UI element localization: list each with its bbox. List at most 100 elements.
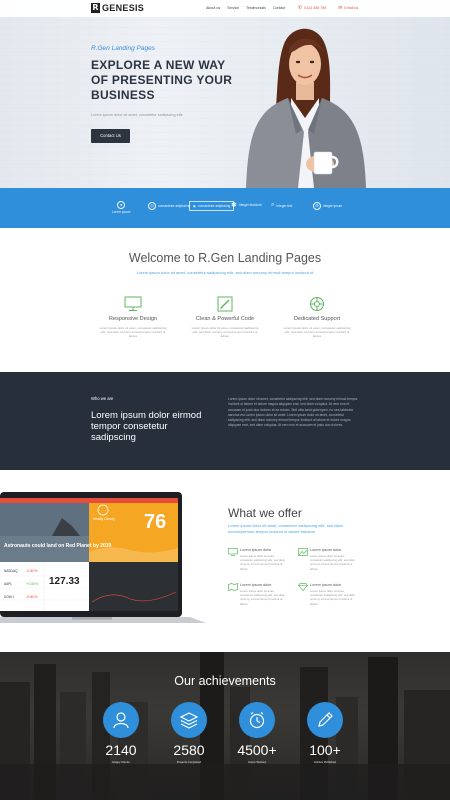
hero-description: Lorem ipsum dolor sit amet, consetetur s… — [91, 113, 183, 117]
frame-icon: ▣ — [193, 204, 197, 208]
phone-icon: ✆ — [298, 5, 303, 11]
layers-icon — [179, 712, 199, 729]
feature-text: Lorem ipsum dolor sit amet, consetetur s… — [99, 326, 167, 338]
stat-label: Hours Worked — [248, 760, 266, 764]
feature-support: Dedicated Support Lorem ipsum dolor sit … — [281, 296, 353, 338]
stat-label: Projects Completed — [176, 760, 202, 764]
feature-responsive: Responsive Design Lorem ipsum dolor sit … — [97, 296, 169, 338]
feature-title: Dedicated Support — [293, 316, 341, 322]
contact-us-button[interactable]: Contact Us — [91, 129, 130, 143]
who-we-are-section — [0, 372, 450, 470]
feature-text: Lorem ipsum dolor sit amet, consetetur s… — [283, 326, 351, 338]
partner-label: Lorem ipsum — [112, 210, 131, 214]
partner-label: Integer text — [276, 203, 293, 208]
offer-title: What we offer — [228, 506, 302, 520]
feature-title: Responsive Design — [108, 316, 158, 322]
globe-icon: ◎ — [148, 202, 156, 210]
offer-item-title: Lorem ipsum dolor — [240, 583, 272, 587]
stat-articles: 100+ Articles Published — [295, 702, 355, 764]
hero-title: EXPLORE A NEW WAY OF PRESENTING YOUR BUS… — [91, 58, 233, 102]
partner-logos-band: ● Lorem ipsum ◎ consectetur adipisicing … — [0, 188, 450, 228]
partner-label: Integer tincidunt — [238, 203, 262, 207]
stock-name: NASDAQ — [4, 569, 18, 573]
hero-subtitle: R.Gen Landing Pages — [91, 45, 155, 52]
stock-name: AAPL — [4, 582, 12, 586]
partner-logo-4: ✱ Integer tincidunt — [231, 201, 262, 209]
temperature-value: 76 — [144, 511, 166, 533]
nav-item-about[interactable]: About us — [206, 6, 220, 10]
email-label: Email us — [344, 6, 359, 10]
offer-item-text: Lorem ipsum dolor sit amet, consetetur s… — [240, 589, 286, 606]
partner-logo-6: ⚙ integer ipsum — [313, 202, 342, 210]
phone-number: 0123 456 789 — [304, 6, 327, 10]
partner-label: consectetur adipisicing — [158, 204, 191, 208]
stat-label: Happy Clients — [112, 760, 130, 764]
support-icon — [310, 297, 324, 311]
partner-logo-3: ▣ consectetur adipisicing — [189, 201, 235, 211]
user-icon — [113, 712, 129, 729]
offer-item-text: Lorem ipsum dolor sit amet, consetetur s… — [310, 589, 356, 606]
person-icon: ● — [117, 201, 126, 209]
logo-text: GENESIS — [102, 3, 145, 13]
phone-link[interactable]: ✆ 0123 456 789 — [298, 5, 326, 11]
partner-logo-2: ◎ consectetur adipisicing — [148, 202, 190, 210]
feature-title: Clean & Powerful Code — [195, 316, 255, 322]
logo-mark: R — [91, 3, 100, 13]
partner-label: integer ipsum — [323, 204, 343, 208]
stat-happy-clients: 2140 Happy Clients — [91, 702, 151, 764]
offer-item-title: Lorem ipsum dolor — [310, 583, 342, 587]
gear-icon: ⚙ — [313, 202, 321, 210]
offer-subtitle: Lorem ipsum dolor sit amet, consetetur s… — [228, 523, 343, 534]
logo[interactable]: R GENESIS — [91, 3, 144, 13]
email-link[interactable]: ✉ Email us — [338, 5, 358, 11]
partner-label: consectetur adipisicing — [198, 204, 231, 208]
stat-label: Articles Published — [313, 760, 337, 764]
stat-icon-circle — [171, 702, 207, 738]
monitor-icon — [124, 296, 142, 311]
laptop-mockup: Astronauts could land on Red Planet by 2… — [0, 492, 206, 623]
nav-item-service[interactable]: Service — [227, 6, 239, 10]
landing-page: R.Gen Landing Pages EXPLORE A NEW WAY OF… — [0, 0, 450, 800]
stat-projects: 2580 Projects Completed — [159, 702, 219, 764]
main-nav: About us Service Testimonials Contact — [206, 6, 285, 10]
who-we-are-title: Lorem ipsum dolor eirmod tempor consetet… — [91, 410, 202, 443]
feature-text: Lorem ipsum dolor sit amet, consetetur s… — [191, 326, 259, 338]
stock-name: DOW J — [4, 595, 15, 599]
star-icon: ✱ — [231, 202, 237, 209]
hero-section: R.Gen Landing Pages EXPLORE A NEW WAY OF… — [0, 0, 450, 188]
who-we-are-label: Who we are — [91, 396, 114, 401]
nav-item-contact[interactable]: Contact — [273, 6, 285, 10]
laptop-headline: Astronauts could land on Red Planet by 2… — [4, 543, 111, 549]
header-contact: ✆ 0123 456 789 ✉ Email us — [298, 5, 358, 11]
clock-icon — [249, 712, 265, 729]
partner-logo-5: ⌕ Integer text — [271, 202, 292, 209]
stock-change: -0.80% — [26, 595, 38, 599]
pencil-icon — [217, 296, 233, 312]
welcome-subtitle: Lorem ipsum dolor sit amet, consetetur s… — [136, 270, 314, 275]
stat-number: 4500+ — [237, 742, 277, 758]
stat-number: 2580 — [173, 742, 205, 758]
who-we-are-text: Lorem ipsum dolor sit amet, consetetur s… — [228, 397, 358, 428]
stat-icon-circle — [307, 702, 343, 738]
monitor-icon — [228, 548, 238, 556]
offer-item-text: Lorem ipsum dolor sit amet, consetetur s… — [310, 554, 356, 571]
stock-change: +0.80% — [26, 582, 39, 586]
weather-label: Mostly Cloudy — [93, 517, 115, 521]
achievements-title: Our achievements — [174, 674, 276, 688]
hero-woman-photo — [246, 28, 366, 188]
stat-hours: 4500+ Hours Worked — [227, 702, 287, 764]
offer-item-title: Lorem ipsum dolor — [240, 548, 272, 552]
nav-item-testimonials[interactable]: Testimonials — [246, 6, 266, 10]
stat-icon-circle — [103, 702, 139, 738]
feature-clean-code: Clean & Powerful Code Lorem ipsum dolor … — [189, 296, 261, 338]
diamond-icon — [298, 583, 308, 591]
stock-change: -0.80% — [26, 569, 38, 573]
stock-value: 127.33 — [49, 576, 80, 587]
pencil-icon — [318, 712, 333, 727]
map-icon — [228, 583, 238, 591]
offer-item-title: Lorem ipsum dolor — [310, 548, 342, 552]
welcome-title: Welcome to R.Gen Landing Pages — [128, 251, 322, 265]
stat-number: 2140 — [105, 742, 137, 758]
stat-icon-circle — [239, 702, 275, 738]
mail-icon: ✉ — [338, 5, 343, 11]
